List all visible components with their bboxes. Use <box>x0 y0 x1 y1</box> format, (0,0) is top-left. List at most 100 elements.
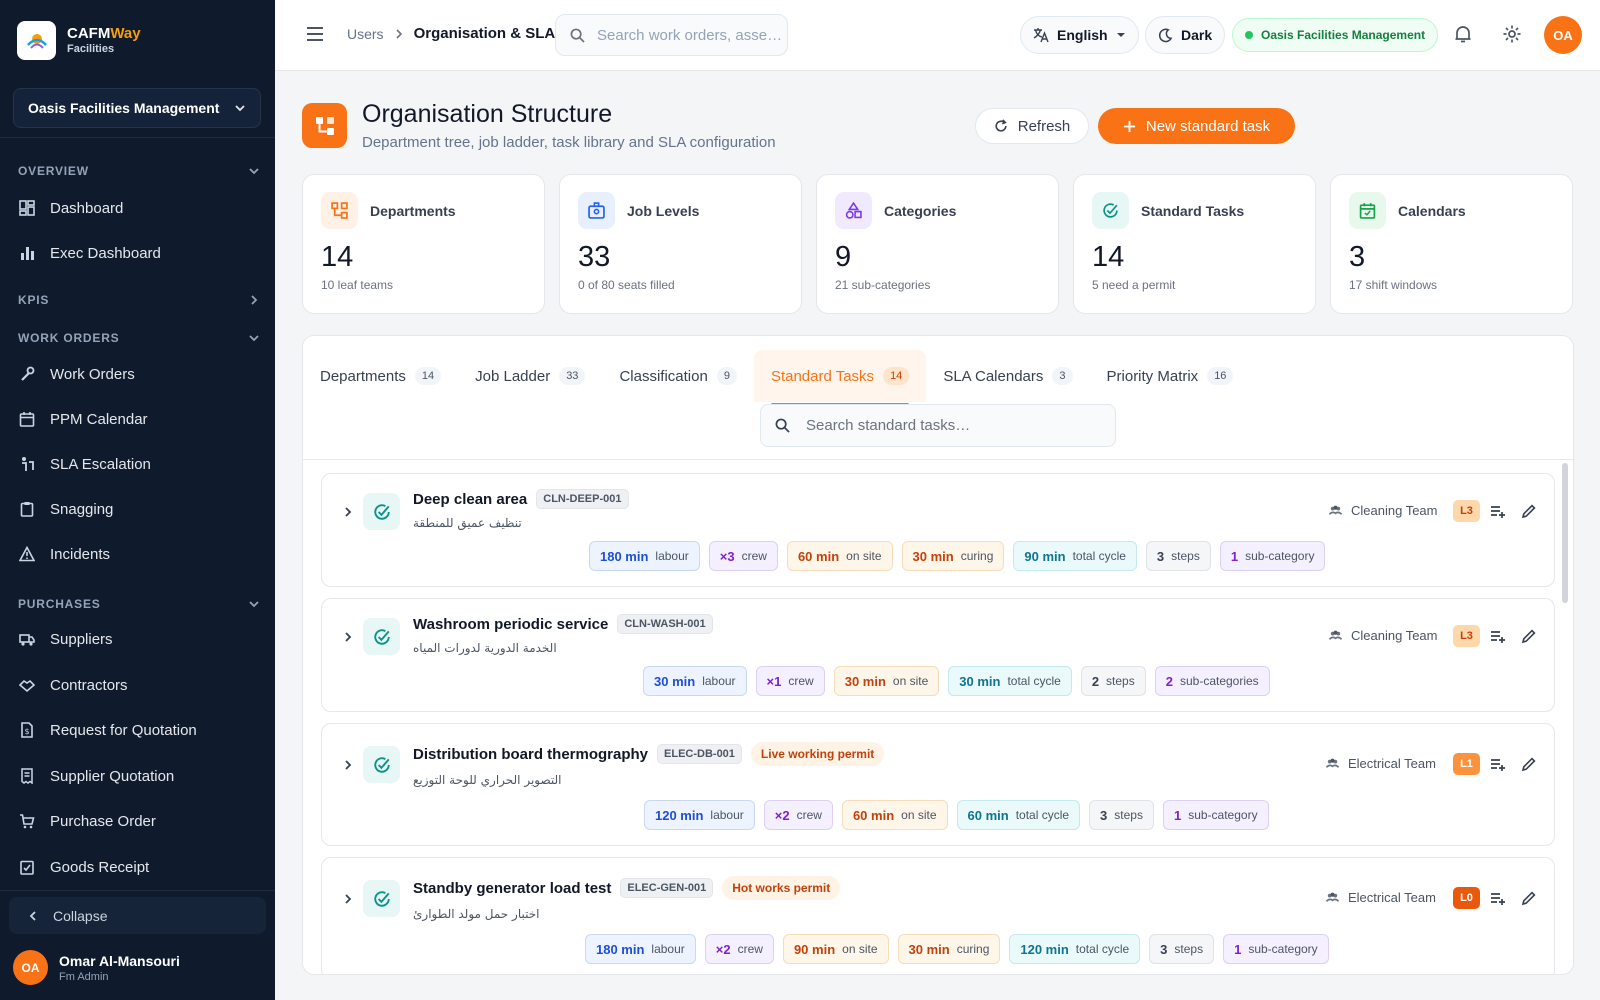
tab-priority-matrix[interactable]: Priority Matrix 16 <box>1090 350 1251 402</box>
metric-label: total cycle <box>1015 808 1070 822</box>
handshake-icon <box>18 676 36 694</box>
metric-value: ×1 <box>766 673 782 689</box>
team-label: Electrical Team <box>1325 890 1436 905</box>
nav-sla-escalation[interactable]: SLA Escalation <box>18 451 151 477</box>
expand-chevron-icon[interactable] <box>342 892 354 910</box>
expand-chevron-icon[interactable] <box>342 505 354 523</box>
global-search-input[interactable]: Search work orders, asse… <box>555 14 788 56</box>
tab-departments[interactable]: Departments 14 <box>303 350 458 402</box>
metric-chip: 30 min curing <box>901 541 1005 571</box>
add-to-list-icon[interactable] <box>1490 503 1506 524</box>
task-check-icon <box>363 618 400 655</box>
breadcrumb-parent[interactable]: Users <box>347 26 384 42</box>
task-row[interactable]: Washroom periodic service CLN-WASH-001 ا… <box>321 598 1555 712</box>
avatar[interactable]: OA <box>1544 16 1582 54</box>
metric-value: 30 min <box>908 941 950 957</box>
metric-chip: 1 sub-category <box>1219 541 1326 571</box>
scrollbar[interactable] <box>1562 463 1568 603</box>
metric-label: on site <box>846 549 882 563</box>
search-icon <box>570 28 585 43</box>
section-kpis[interactable]: KPIS <box>18 293 260 307</box>
nav-label: Work Orders <box>50 365 135 383</box>
task-row[interactable]: Standby generator load test ELEC-GEN-001… <box>321 857 1555 974</box>
add-to-list-icon[interactable] <box>1490 628 1506 649</box>
section-overview[interactable]: OVERVIEW <box>18 164 260 178</box>
metric-label: steps <box>1106 674 1135 688</box>
nav-snagging[interactable]: Snagging <box>18 496 113 522</box>
org-structure-icon <box>302 103 347 148</box>
nav-suppliers[interactable]: Suppliers <box>18 626 113 652</box>
bell-icon[interactable] <box>1453 24 1473 49</box>
task-code: ELEC-GEN-001 <box>620 878 714 898</box>
tab-count: 14 <box>883 367 910 385</box>
nav-supplier-quotation[interactable]: Supplier Quotation <box>18 763 174 789</box>
stat-label: Job Levels <box>627 202 700 219</box>
nav-label: SLA Escalation <box>50 455 151 473</box>
expand-chevron-icon[interactable] <box>342 630 354 648</box>
metric-chip: 1 sub-category <box>1162 800 1269 830</box>
language-selector[interactable]: English <box>1020 16 1139 54</box>
gear-icon[interactable] <box>1502 24 1522 49</box>
stat-value: 3 <box>1349 241 1366 273</box>
section-work-orders[interactable]: WORK ORDERS <box>18 331 260 345</box>
nav-label: Contractors <box>50 676 128 694</box>
task-row[interactable]: Deep clean area CLN-DEEP-001 تنظيف عميق … <box>321 473 1555 587</box>
task-check-icon <box>363 493 400 530</box>
edit-icon[interactable] <box>1521 890 1537 911</box>
tab-count: 16 <box>1207 367 1234 385</box>
nav-label: Snagging <box>50 500 114 518</box>
task-code: CLN-DEEP-001 <box>536 489 629 509</box>
nav-dashboard[interactable]: Dashboard <box>18 195 123 221</box>
section-purchases[interactable]: PURCHASES <box>18 597 260 611</box>
user-profile[interactable]: OA Omar Al-Mansouri Fm Admin <box>13 950 180 985</box>
metric-label: sub-categories <box>1179 674 1259 688</box>
sidebar: CAFMWay Facilities Oasis Facilities Mana… <box>0 0 275 1000</box>
tab-sla-calendars[interactable]: SLA Calendars 3 <box>926 350 1089 402</box>
nav-incidents[interactable]: Incidents <box>18 541 110 567</box>
task-code: CLN-WASH-001 <box>617 614 713 634</box>
edit-icon[interactable] <box>1521 503 1537 524</box>
brand[interactable]: CAFMWay Facilities <box>0 0 275 80</box>
chevron-down-icon <box>235 105 245 112</box>
nav-work-orders[interactable]: Work Orders <box>18 361 135 387</box>
task-row[interactable]: Distribution board thermography ELEC-DB-… <box>321 723 1555 846</box>
metric-label: labour <box>655 549 689 563</box>
task-metrics: 180 min labour ×3 crew 60 min on site 30 min cu… <box>589 541 1326 571</box>
team-name: Electrical Team <box>1348 756 1436 771</box>
clipboard-icon <box>18 500 36 518</box>
section-label: PURCHASES <box>18 597 101 611</box>
metric-label: sub-category <box>1245 549 1315 563</box>
add-to-list-icon[interactable] <box>1490 756 1506 777</box>
refresh-button[interactable]: Refresh <box>975 108 1089 144</box>
metric-label: on site <box>901 808 937 822</box>
nav-goods-receipt[interactable]: Goods Receipt <box>18 854 149 880</box>
stat-card: Departments 14 10 leaf teams <box>302 174 545 314</box>
stat-sub: 5 need a permit <box>1092 278 1176 292</box>
add-to-list-icon[interactable] <box>1490 890 1506 911</box>
edit-icon[interactable] <box>1521 628 1537 649</box>
tab-label: Departments <box>320 367 406 385</box>
tab-standard-tasks[interactable]: Standard Tasks 14 <box>753 350 927 406</box>
menu-icon[interactable] <box>305 24 325 49</box>
task-search-input[interactable]: Search standard tasks… <box>760 404 1116 447</box>
nav-contractors[interactable]: Contractors <box>18 672 128 698</box>
edit-icon[interactable] <box>1521 756 1537 777</box>
collapse-button[interactable]: Collapse <box>9 897 266 934</box>
task-metrics: 120 min labour ×2 crew 60 min on site 60 min to… <box>644 800 1269 830</box>
metric-chip: 180 min labour <box>585 934 696 964</box>
org-selector[interactable]: Oasis Facilities Management <box>13 88 261 128</box>
metric-value: 60 min <box>797 548 840 564</box>
metric-value: 120 min <box>655 807 704 823</box>
team-icon <box>1325 892 1340 902</box>
tab-classification[interactable]: Classification 9 <box>602 350 754 402</box>
nav-ppm-calendar[interactable]: PPM Calendar <box>18 406 148 432</box>
theme-toggle[interactable]: Dark <box>1145 16 1226 54</box>
new-standard-task-button[interactable]: New standard task <box>1098 108 1295 144</box>
nav-purchase-order[interactable]: Purchase Order <box>18 808 156 834</box>
task-metrics: 180 min labour ×2 crew 90 min on site 30 min cu… <box>585 934 1329 964</box>
nav-rfq[interactable]: $ Request for Quotation <box>18 717 197 743</box>
tab-job-ladder[interactable]: Job Ladder 33 <box>458 350 602 402</box>
metric-chip: 60 min on site <box>786 541 893 571</box>
expand-chevron-icon[interactable] <box>342 758 354 776</box>
nav-exec-dashboard[interactable]: Exec Dashboard <box>18 240 161 266</box>
